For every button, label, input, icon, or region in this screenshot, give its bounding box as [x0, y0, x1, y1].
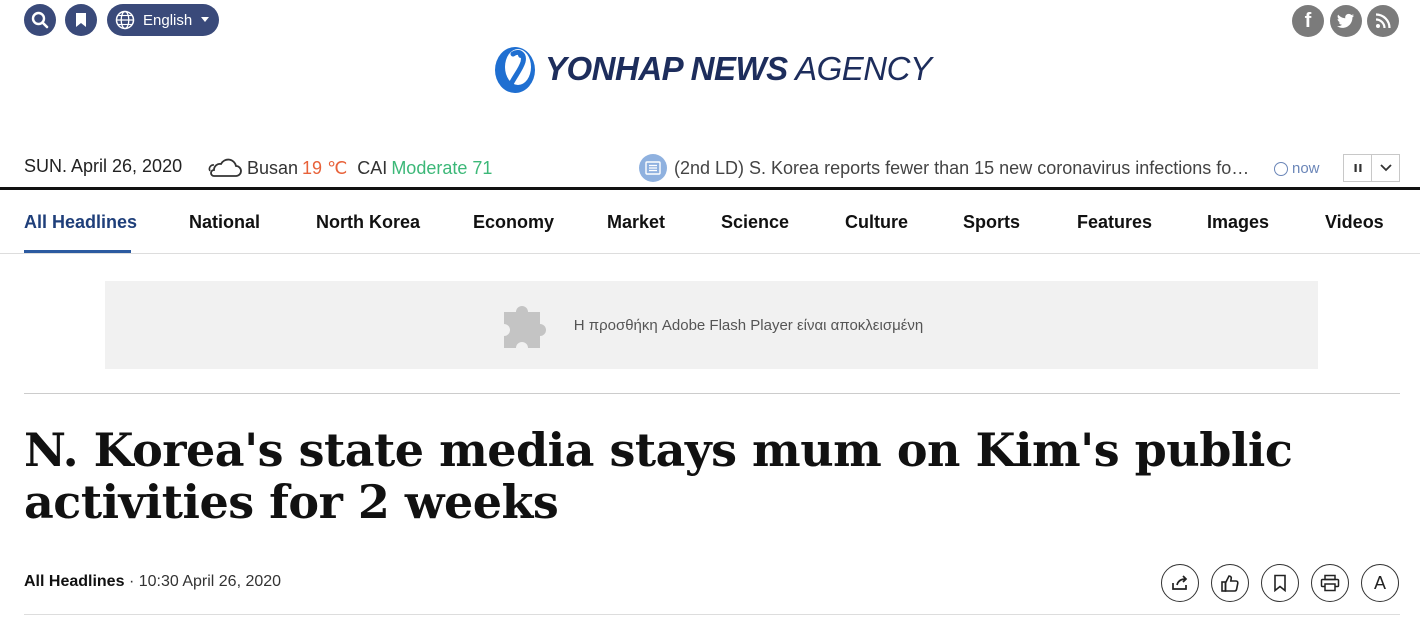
- chevron-down-icon: [201, 17, 209, 22]
- weather-city: Busan: [247, 157, 299, 178]
- weather-temp: 19 ℃: [302, 157, 348, 178]
- nav-north-korea[interactable]: North Korea: [316, 212, 420, 233]
- nav-economy[interactable]: Economy: [473, 212, 554, 233]
- nav-images[interactable]: Images: [1207, 212, 1269, 233]
- globe-icon: [115, 10, 135, 30]
- article-category[interactable]: All Headlines: [24, 573, 124, 590]
- bookmark-article-button[interactable]: [1261, 564, 1299, 602]
- search-button[interactable]: [24, 4, 56, 36]
- rss-icon[interactable]: [1367, 5, 1399, 37]
- search-icon: [31, 11, 49, 29]
- nav-science[interactable]: Science: [721, 212, 789, 233]
- font-size-button[interactable]: A: [1361, 564, 1399, 602]
- site-logo[interactable]: YONHAP NEWS AGENCY: [491, 40, 932, 98]
- print-button[interactable]: [1311, 564, 1349, 602]
- print-icon: [1320, 574, 1340, 592]
- cai-label: CAI: [357, 157, 388, 178]
- ticker-pause-button[interactable]: [1343, 154, 1372, 182]
- current-date: SUN. April 26, 2020: [24, 156, 183, 176]
- article-headline: N. Korea's state media stays mum on Kim'…: [24, 423, 1293, 529]
- cai-value: Moderate 71: [391, 157, 493, 178]
- article-meta: All Headlines · 10:30 April 26, 2020: [24, 573, 282, 590]
- nav-market[interactable]: Market: [607, 212, 665, 233]
- yonhap-logo-icon: [495, 47, 535, 93]
- newspaper-icon: [639, 154, 667, 182]
- font-size-icon: A: [1373, 572, 1386, 593]
- logo-wordmark: YONHAP NEWS AGENCY: [545, 50, 932, 87]
- flash-plugin-placeholder[interactable]: Η προσθήκη Adobe Flash Player είναι αποκ…: [105, 281, 1318, 369]
- nav-divider: [0, 253, 1420, 254]
- flash-blocked-message: Η προσθήκη Adobe Flash Player είναι αποκ…: [573, 316, 924, 334]
- ticker-expand-button[interactable]: [1371, 154, 1400, 182]
- bookmark-icon: [76, 13, 86, 27]
- bookmark-button[interactable]: [65, 4, 97, 36]
- share-icon: [1172, 575, 1188, 590]
- chevron-down-icon: [1379, 164, 1392, 172]
- article-timestamp: 10:30 April 26, 2020: [138, 573, 282, 590]
- facebook-icon[interactable]: f: [1292, 5, 1324, 37]
- meta-divider: [24, 614, 1400, 615]
- cloud-icon: [208, 158, 242, 177]
- puzzle-piece-icon: [503, 306, 546, 348]
- clock-icon: [1274, 161, 1288, 176]
- news-ticker[interactable]: (2nd LD) S. Korea reports fewer than 15 …: [639, 154, 1254, 182]
- nav-national[interactable]: National: [189, 212, 260, 233]
- header-divider: [0, 187, 1420, 190]
- nav-features[interactable]: Features: [1077, 212, 1152, 233]
- bookmark-icon: [1274, 574, 1286, 592]
- language-selector[interactable]: English: [107, 4, 219, 36]
- nav-culture[interactable]: Culture: [845, 212, 908, 233]
- content-divider: [24, 393, 1400, 394]
- nav-videos[interactable]: Videos: [1325, 212, 1384, 233]
- nav-all-headlines[interactable]: All Headlines: [24, 212, 137, 233]
- language-label: English: [143, 11, 193, 29]
- like-icon: [1221, 575, 1239, 592]
- share-button[interactable]: [1161, 564, 1199, 602]
- nav-sports[interactable]: Sports: [963, 212, 1020, 233]
- like-button[interactable]: [1211, 564, 1249, 602]
- ticker-headline[interactable]: (2nd LD) S. Korea reports fewer than 15 …: [674, 158, 1254, 179]
- ticker-time: now: [1274, 160, 1320, 177]
- weather-widget[interactable]: Busan 19 ℃ CAI Moderate 71: [206, 156, 492, 180]
- pause-icon: [1354, 164, 1361, 172]
- twitter-icon[interactable]: [1330, 5, 1362, 37]
